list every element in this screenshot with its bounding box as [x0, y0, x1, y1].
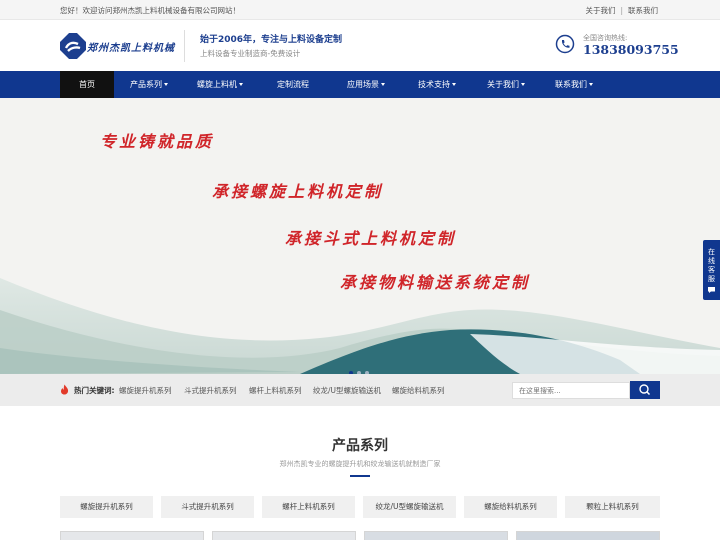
- side-text-char: 客: [708, 266, 715, 274]
- nav-item-contact[interactable]: 联系我们: [540, 71, 608, 98]
- nav-item-tech-support[interactable]: 技术支持: [402, 71, 472, 98]
- product-thumbnail[interactable]: [516, 531, 660, 540]
- chevron-down-icon: [452, 83, 456, 86]
- nav-item-applications[interactable]: 应用场景: [330, 71, 402, 98]
- chevron-down-icon: [239, 83, 243, 86]
- product-thumbnail[interactable]: [364, 531, 508, 540]
- keyword-link[interactable]: 绞龙/U型螺旋输送机: [313, 385, 381, 396]
- nav-item-label: 技术支持: [418, 80, 450, 89]
- side-text-char: 在: [708, 248, 715, 256]
- banner-line-1: 专业铸就品质: [100, 132, 215, 151]
- product-thumbnail[interactable]: [212, 531, 356, 540]
- fire-icon: [61, 384, 69, 395]
- search-icon: [639, 384, 651, 396]
- product-tab[interactable]: 绞龙/U型螺旋输送机: [363, 496, 456, 518]
- nav-item-label: 联系我们: [555, 80, 587, 89]
- carousel-dots: [349, 360, 373, 374]
- banner-line-2: 承接螺旋上料机定制: [212, 182, 384, 201]
- nav-item-label: 定制流程: [277, 80, 309, 89]
- keyword-link[interactable]: 螺杆上料机系列: [249, 385, 302, 396]
- chevron-down-icon: [164, 83, 168, 86]
- keyword-link[interactable]: 螺旋给料机系列: [392, 385, 445, 396]
- nav-item-label: 螺旋上料机: [197, 80, 237, 89]
- hero-banner[interactable]: 专业铸就品质 承接螺旋上料机定制 承接斗式上料机定制 承接物料输送系统定制: [0, 98, 720, 374]
- main-nav: 首页 产品系列 螺旋上料机 定制流程 应用场景 技术支持 关于我们 联系我们: [0, 71, 720, 98]
- banner-line-3: 承接斗式上料机定制: [285, 229, 457, 248]
- nav-item-screw-loader[interactable]: 螺旋上料机: [184, 71, 256, 98]
- section-title: 产品系列: [332, 438, 388, 454]
- nav-item-home[interactable]: 首页: [60, 71, 114, 98]
- top-bar: 您好！欢迎访问郑州杰凯上料机械设备有限公司网站！ 关于我们 | 联系我们: [0, 0, 720, 20]
- nav-item-label: 关于我们: [487, 80, 519, 89]
- side-text-char: 线: [708, 257, 715, 265]
- banner-line-4: 承接物料输送系统定制: [340, 273, 531, 292]
- header-divider: [184, 30, 185, 62]
- section-subtitle: 郑州杰凯专业的螺旋提升机和绞龙输送机就制造厂家: [279, 460, 441, 468]
- keyword-link[interactable]: 螺旋提升机系列: [119, 385, 172, 396]
- nav-item-label: 应用场景: [347, 80, 379, 89]
- search-button[interactable]: [630, 381, 660, 399]
- product-tab[interactable]: 螺旋提升机系列: [60, 496, 153, 518]
- welcome-text: 您好！欢迎访问郑州杰凯上料机械设备有限公司网站！: [60, 6, 240, 15]
- chat-icon: [708, 287, 715, 293]
- product-tab[interactable]: 颗粒上料机系列: [565, 496, 660, 518]
- logo[interactable]: 郑州杰凯上料机械: [60, 33, 175, 59]
- online-service-float[interactable]: 在 线 客 服: [703, 240, 720, 300]
- hotline-number[interactable]: 13838093755: [583, 42, 679, 57]
- nav-item-custom-process[interactable]: 定制流程: [256, 71, 330, 98]
- top-link-separator: |: [620, 6, 623, 15]
- product-thumbnails: [60, 531, 660, 540]
- phone-icon: [555, 34, 575, 54]
- nav-item-about[interactable]: 关于我们: [472, 71, 540, 98]
- keyword-label: 热门关键词:: [74, 386, 115, 395]
- header: 郑州杰凯上料机械 始于2006年，专注与上料设备定制 上料设备专业制造商-免费设…: [0, 20, 720, 71]
- logo-mark-icon: [60, 33, 86, 59]
- search-input[interactable]: [512, 382, 630, 399]
- chevron-down-icon: [589, 83, 593, 86]
- slogan-sub: 上料设备专业制造商-免费设计: [200, 49, 301, 58]
- page: 您好！欢迎访问郑州杰凯上料机械设备有限公司网站！ 关于我们 | 联系我们 郑州杰凯上…: [0, 0, 720, 540]
- side-text-char: 服: [708, 275, 715, 283]
- product-tab[interactable]: 斗式提升机系列: [161, 496, 254, 518]
- product-thumbnail[interactable]: [60, 531, 204, 540]
- nav-item-label: 首页: [79, 80, 95, 89]
- logo-text: 郑州杰凯上料机械: [87, 43, 175, 54]
- product-tab[interactable]: 螺杆上料机系列: [262, 496, 355, 518]
- chevron-down-icon: [381, 83, 385, 86]
- top-link-contact[interactable]: 联系我们: [628, 6, 658, 15]
- nav-item-label: 产品系列: [130, 80, 162, 89]
- keyword-link[interactable]: 斗式提升机系列: [184, 385, 237, 396]
- product-tab[interactable]: 螺旋给料机系列: [464, 496, 557, 518]
- chevron-down-icon: [521, 83, 525, 86]
- product-tabs: 螺旋提升机系列 斗式提升机系列 螺杆上料机系列 绞龙/U型螺旋输送机 螺旋给料机…: [60, 496, 660, 518]
- slogan-main: 始于2006年，专注与上料设备定制: [200, 35, 343, 45]
- keyword-bar: 热门关键词: 螺旋提升机系列 斗式提升机系列 螺杆上料机系列 绞龙/U型螺旋输送…: [0, 374, 720, 406]
- top-links: 关于我们 | 联系我们: [585, 5, 658, 16]
- nav-item-products[interactable]: 产品系列: [114, 71, 184, 98]
- section-underline: [350, 475, 370, 477]
- top-link-about[interactable]: 关于我们: [585, 6, 615, 15]
